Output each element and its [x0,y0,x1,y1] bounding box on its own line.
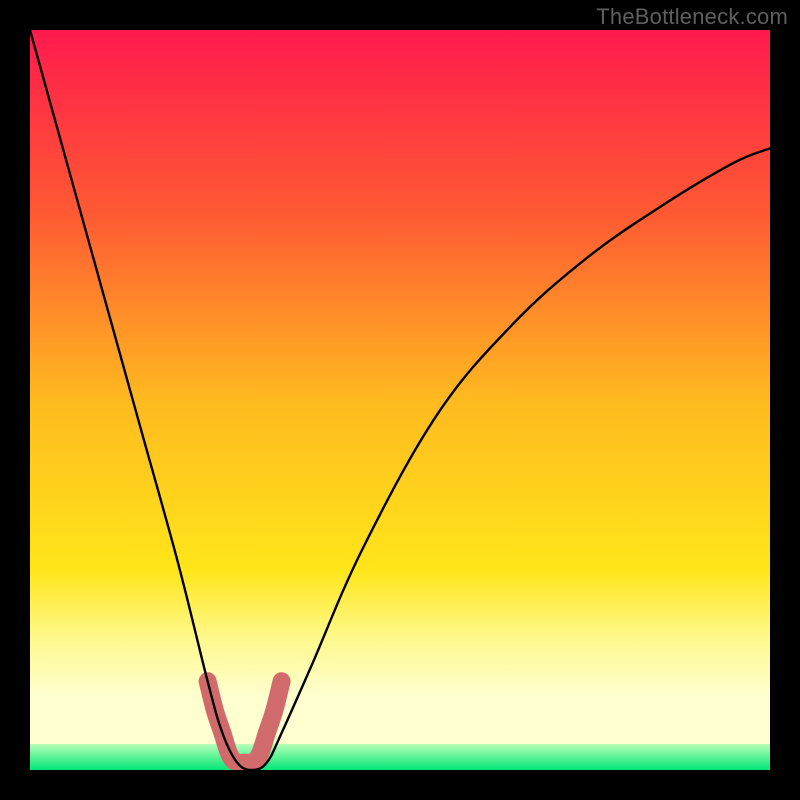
chart-frame [30,30,770,770]
watermark-text: TheBottleneck.com [596,4,788,30]
background-gradient [30,30,770,770]
green-zone-band [30,744,770,770]
